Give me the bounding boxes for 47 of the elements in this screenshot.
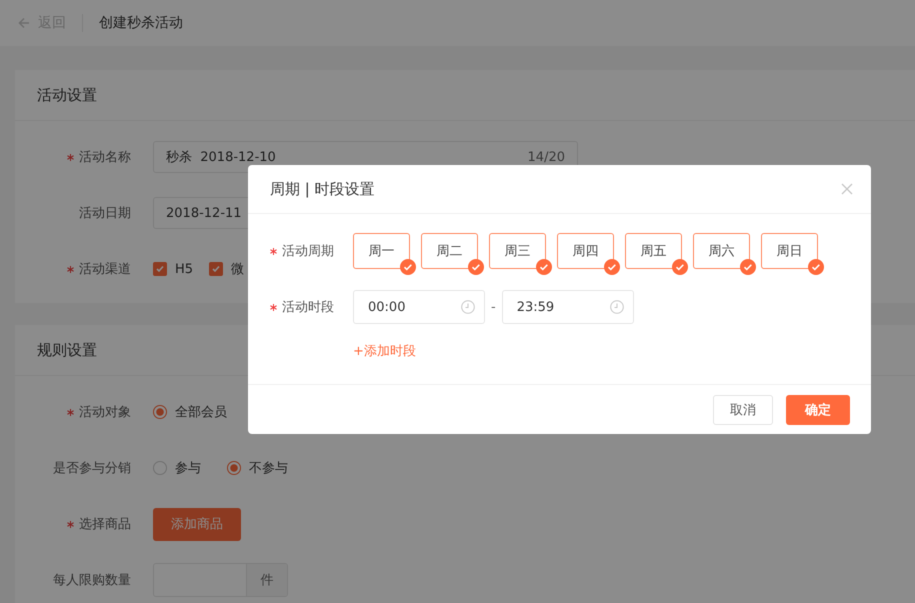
time-field[interactable]: 23:59 <box>502 290 634 324</box>
weekday-toggle[interactable]: 周三 <box>489 233 546 269</box>
asterisk-icon <box>67 266 74 272</box>
weekday-toggle[interactable]: 周日 <box>761 233 818 269</box>
section-title: 规则设置 <box>37 340 97 360</box>
weekday-toggle[interactable]: 周二 <box>421 233 478 269</box>
cancel-button[interactable]: 取消 <box>713 394 773 424</box>
close-icon[interactable] <box>841 183 853 195</box>
checkbox-label: H5 <box>175 262 194 276</box>
field-label: 是否参与分销 <box>53 460 131 477</box>
checkbox-label: 微 <box>231 261 244 278</box>
radio-button[interactable] <box>153 405 167 419</box>
back-arrow-icon <box>18 17 30 29</box>
field-label: 活动名称 <box>79 149 131 166</box>
clock-icon <box>461 300 475 314</box>
section-title: 活动设置 <box>37 86 97 104</box>
field-label: 每人限购数量 <box>53 572 131 589</box>
weekday-toggle[interactable]: 周六 <box>693 233 750 269</box>
weekday-toggle[interactable]: 周一 <box>353 233 410 269</box>
radio-label: 全部会员 <box>175 404 227 421</box>
radio-label: 不参与 <box>249 460 288 477</box>
checkbox[interactable] <box>153 262 167 276</box>
field-label: 活动时段 <box>282 299 334 316</box>
field-label: 选择商品 <box>79 516 131 533</box>
character-counter: 14/20 <box>528 150 565 164</box>
field-label: 活动周期 <box>282 243 334 260</box>
field-label: 活动日期 <box>79 205 131 222</box>
weekday-toggle[interactable]: 周五 <box>625 233 682 269</box>
clock-icon <box>610 300 624 314</box>
dialog-title: 周期 | 时段设置 <box>270 180 375 198</box>
page-title: 创建秒杀活动 <box>99 14 183 32</box>
asterisk-icon <box>67 520 74 528</box>
field-label: 活动对象 <box>79 404 131 421</box>
radio-button[interactable] <box>153 461 167 475</box>
asterisk-icon <box>67 408 74 416</box>
field-label: 活动渠道 <box>79 261 131 278</box>
check-icon <box>155 264 165 274</box>
asterisk-icon <box>67 154 74 160</box>
range-separator: - <box>491 300 496 314</box>
radio-button[interactable] <box>227 461 241 475</box>
radio-label: 参与 <box>175 460 201 477</box>
checkbox[interactable] <box>209 262 224 276</box>
asterisk-icon <box>270 304 277 310</box>
check-icon <box>211 264 222 274</box>
time-field[interactable]: 00:00 <box>353 290 485 324</box>
asterisk-icon <box>270 248 277 254</box>
weekday-toggle[interactable]: 周四 <box>557 233 614 269</box>
